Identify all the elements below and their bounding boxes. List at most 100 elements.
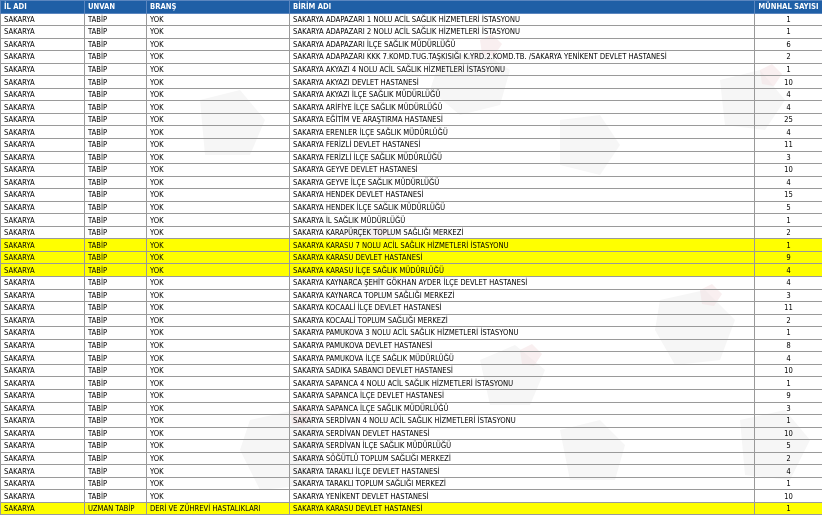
cell-il-adi[interactable]: SAKARYA [0, 401, 85, 416]
cell-birim-adi[interactable]: SAKARYA KAYNARCA TOPLUM SAĞLIĞI MERKEZİ [289, 288, 755, 303]
cell-brans[interactable]: YOK [146, 138, 290, 152]
cell-unvan[interactable]: TABİP [84, 37, 147, 52]
cell-il-adi[interactable]: SAKARYA [0, 50, 85, 64]
cell-unvan[interactable]: TABİP [84, 175, 147, 190]
cell-munhal-sayisi[interactable]: 3 [754, 288, 822, 303]
cell-unvan[interactable]: TABİP [84, 25, 147, 39]
cell-brans[interactable]: YOK [146, 263, 290, 278]
cell-birim-adi[interactable]: SAKARYA KARASU DEVLET HASTANESİ [289, 250, 755, 265]
cell-munhal-sayisi[interactable]: 1 [754, 12, 822, 27]
cell-unvan[interactable]: TABİP [84, 213, 147, 227]
cell-birim-adi[interactable]: SAKARYA SERDİVAN DEVLET HASTANESİ [289, 426, 755, 441]
cell-unvan[interactable]: TABİP [84, 75, 147, 89]
cell-munhal-sayisi[interactable]: 4 [754, 351, 822, 365]
cell-il-adi[interactable]: SAKARYA [0, 138, 85, 152]
cell-brans[interactable]: YOK [146, 426, 290, 441]
cell-il-adi[interactable]: SAKARYA [0, 150, 85, 165]
cell-unvan[interactable]: TABİP [84, 50, 147, 64]
cell-il-adi[interactable]: SAKARYA [0, 476, 85, 491]
cell-munhal-sayisi[interactable]: 4 [754, 125, 822, 139]
cell-birim-adi[interactable]: SAKARYA FERİZLİ İLÇE SAĞLIK MÜDÜRLÜĞÜ [289, 150, 755, 165]
cell-munhal-sayisi[interactable]: 1 [754, 414, 822, 428]
cell-munhal-sayisi[interactable]: 1 [754, 213, 822, 227]
cell-brans[interactable]: YOK [146, 288, 290, 303]
cell-il-adi[interactable]: SAKARYA [0, 376, 85, 390]
cell-brans[interactable]: YOK [146, 439, 290, 453]
cell-munhal-sayisi[interactable]: 1 [754, 25, 822, 39]
cell-brans[interactable]: YOK [146, 75, 290, 89]
cell-unvan[interactable]: TABİP [84, 388, 147, 403]
cell-birim-adi[interactable]: SAKARYA ARİFİYE İLÇE SAĞLIK MÜDÜRLÜĞÜ [289, 100, 755, 114]
cell-il-adi[interactable]: SAKARYA [0, 489, 85, 503]
cell-il-adi[interactable]: SAKARYA [0, 363, 85, 378]
cell-birim-adi[interactable]: SAKARYA TARAKLI İLÇE DEVLET HASTANESİ [289, 464, 755, 478]
cell-birim-adi[interactable]: SAKARYA KARASU DEVLET HASTANESİ [289, 501, 755, 516]
cell-brans[interactable]: YOK [146, 376, 290, 390]
cell-unvan[interactable]: UZMAN TABİP [84, 501, 147, 516]
cell-munhal-sayisi[interactable]: 2 [754, 225, 822, 240]
cell-birim-adi[interactable]: SAKARYA EĞİTİM VE ARAŞTIRMA HASTANESİ [289, 112, 755, 127]
header-brans[interactable]: BRANŞ [146, 0, 290, 14]
cell-il-adi[interactable]: SAKARYA [0, 250, 85, 265]
cell-brans[interactable]: YOK [146, 476, 290, 491]
cell-munhal-sayisi[interactable]: 2 [754, 313, 822, 328]
cell-brans[interactable]: YOK [146, 87, 290, 102]
cell-il-adi[interactable]: SAKARYA [0, 213, 85, 227]
header-munhal-sayisi[interactable]: MÜNHAL SAYISI [754, 0, 822, 14]
cell-unvan[interactable]: TABİP [84, 401, 147, 416]
cell-birim-adi[interactable]: SAKARYA KARASU 7 NOLU ACİL SAĞLIK HİZMET… [289, 238, 755, 252]
cell-il-adi[interactable]: SAKARYA [0, 238, 85, 252]
cell-unvan[interactable]: TABİP [84, 288, 147, 303]
cell-munhal-sayisi[interactable]: 2 [754, 50, 822, 64]
cell-birim-adi[interactable]: SAKARYA KOCAALİ İLÇE DEVLET HASTANESİ [289, 301, 755, 315]
cell-il-adi[interactable]: SAKARYA [0, 175, 85, 190]
cell-birim-adi[interactable]: SAKARYA HENDEK İLÇE SAĞLIK MÜDÜRLÜĞÜ [289, 200, 755, 215]
cell-il-adi[interactable]: SAKARYA [0, 163, 85, 177]
cell-munhal-sayisi[interactable]: 10 [754, 75, 822, 89]
cell-unvan[interactable]: TABİP [84, 112, 147, 127]
cell-il-adi[interactable]: SAKARYA [0, 301, 85, 315]
cell-il-adi[interactable]: SAKARYA [0, 12, 85, 27]
cell-munhal-sayisi[interactable]: 1 [754, 238, 822, 252]
cell-il-adi[interactable]: SAKARYA [0, 414, 85, 428]
cell-munhal-sayisi[interactable]: 4 [754, 100, 822, 114]
cell-il-adi[interactable]: SAKARYA [0, 426, 85, 441]
cell-il-adi[interactable]: SAKARYA [0, 125, 85, 139]
cell-birim-adi[interactable]: SAKARYA SAPANCA İLÇE DEVLET HASTANESİ [289, 388, 755, 403]
cell-il-adi[interactable]: SAKARYA [0, 439, 85, 453]
cell-birim-adi[interactable]: SAKARYA KOCAALİ TOPLUM SAĞLIĞI MERKEZİ [289, 313, 755, 328]
cell-brans[interactable]: YOK [146, 37, 290, 52]
cell-unvan[interactable]: TABİP [84, 276, 147, 290]
cell-munhal-sayisi[interactable]: 9 [754, 250, 822, 265]
cell-il-adi[interactable]: SAKARYA [0, 288, 85, 303]
cell-il-adi[interactable]: SAKARYA [0, 451, 85, 466]
cell-brans[interactable]: YOK [146, 125, 290, 139]
cell-birim-adi[interactable]: SAKARYA SAPANCA 4 NOLU ACİL SAĞLIK HİZME… [289, 376, 755, 390]
cell-il-adi[interactable]: SAKARYA [0, 501, 85, 516]
cell-munhal-sayisi[interactable]: 3 [754, 401, 822, 416]
cell-unvan[interactable]: TABİP [84, 12, 147, 27]
cell-il-adi[interactable]: SAKARYA [0, 351, 85, 365]
cell-munhal-sayisi[interactable]: 8 [754, 338, 822, 353]
cell-unvan[interactable]: TABİP [84, 326, 147, 340]
cell-brans[interactable]: YOK [146, 276, 290, 290]
cell-munhal-sayisi[interactable]: 15 [754, 188, 822, 202]
cell-brans[interactable]: YOK [146, 200, 290, 215]
cell-brans[interactable]: YOK [146, 188, 290, 202]
cell-brans[interactable]: YOK [146, 464, 290, 478]
cell-unvan[interactable]: TABİP [84, 489, 147, 503]
cell-birim-adi[interactable]: SAKARYA HENDEK DEVLET HASTANESİ [289, 188, 755, 202]
cell-birim-adi[interactable]: SAKARYA SERDİVAN 4 NOLU ACİL SAĞLIK HİZM… [289, 414, 755, 428]
cell-birim-adi[interactable]: SAKARYA ADAPAZARI 1 NOLU ACİL SAĞLIK HİZ… [289, 12, 755, 27]
cell-brans[interactable]: YOK [146, 326, 290, 340]
cell-unvan[interactable]: TABİP [84, 238, 147, 252]
cell-brans[interactable]: YOK [146, 100, 290, 114]
header-birim-adi[interactable]: BİRİM ADI [289, 0, 755, 14]
cell-brans[interactable]: YOK [146, 112, 290, 127]
cell-munhal-sayisi[interactable]: 10 [754, 489, 822, 503]
cell-unvan[interactable]: TABİP [84, 188, 147, 202]
cell-unvan[interactable]: TABİP [84, 100, 147, 114]
cell-brans[interactable]: YOK [146, 313, 290, 328]
cell-il-adi[interactable]: SAKARYA [0, 225, 85, 240]
cell-birim-adi[interactable]: SAKARYA ADAPAZARI 2 NOLU ACİL SAĞLIK HİZ… [289, 25, 755, 39]
